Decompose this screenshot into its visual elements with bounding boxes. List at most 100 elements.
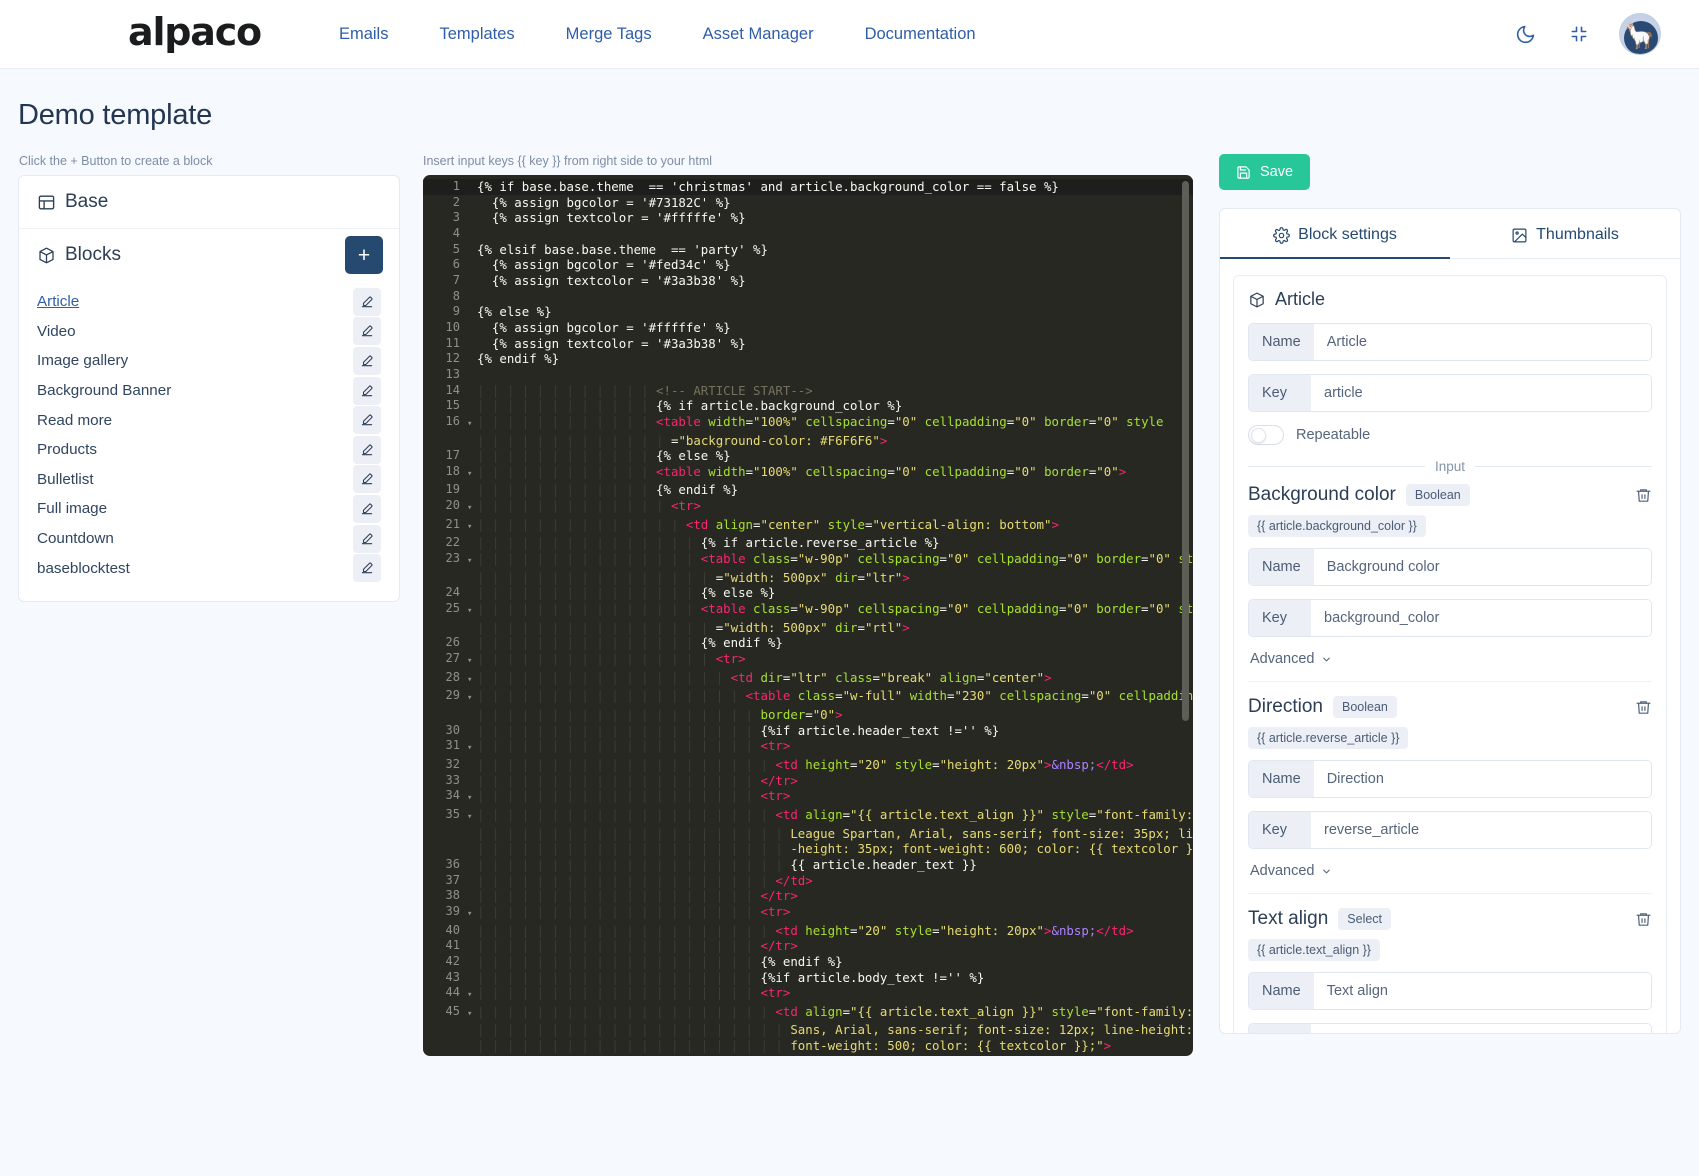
base-section[interactable]: Base — [19, 176, 399, 228]
user-avatar[interactable]: 🦙 — [1619, 13, 1661, 55]
code-line[interactable]: | | | | | | | | | | | | | | | | ="width:… — [423, 570, 1193, 586]
input-name-field[interactable]: Name — [1248, 760, 1652, 798]
edit-block-button[interactable] — [353, 347, 381, 375]
code-line[interactable]: 23▾| | | | | | | | | | | | | | | <table … — [423, 551, 1193, 570]
input-name-input[interactable] — [1314, 761, 1651, 797]
code-line[interactable]: 9{% else %} — [423, 304, 1193, 320]
code-line[interactable]: 34▾| | | | | | | | | | | | | | | | | | |… — [423, 788, 1193, 807]
tab-thumbnails[interactable]: Thumbnails — [1450, 209, 1680, 259]
code-line[interactable]: 35▾| | | | | | | | | | | | | | | | | | |… — [423, 807, 1193, 826]
code-line[interactable]: 42| | | | | | | | | | | | | | | | | | | … — [423, 954, 1193, 970]
code-fold-arrow[interactable]: ▾ — [467, 904, 477, 923]
input-key-field[interactable]: Key — [1248, 811, 1652, 849]
code-line[interactable]: 25▾| | | | | | | | | | | | | | | <table … — [423, 601, 1193, 620]
code-line[interactable]: 38| | | | | | | | | | | | | | | | | | | … — [423, 888, 1193, 904]
block-name-countdown[interactable]: Countdown — [37, 530, 114, 547]
code-fold-arrow[interactable]: ▾ — [467, 601, 477, 620]
code-line[interactable]: 6 {% assign bgcolor = '#fed34c' %} — [423, 257, 1193, 273]
code-line[interactable]: 46| | | | | | | | | | | | | | | | | | | … — [423, 1054, 1193, 1056]
code-line[interactable]: 15| | | | | | | | | | | | {% if article.… — [423, 398, 1193, 414]
nav-emails[interactable]: Emails — [323, 25, 405, 44]
code-line[interactable]: 21▾| | | | | | | | | | | | | | <td align… — [423, 517, 1193, 536]
code-line[interactable]: 31▾| | | | | | | | | | | | | | | | | | |… — [423, 738, 1193, 757]
list-item[interactable]: baseblocktest — [37, 553, 381, 583]
list-item[interactable]: Bulletlist — [37, 465, 381, 495]
editor-scrollbar-thumb[interactable] — [1182, 181, 1189, 721]
code-line[interactable]: 10 {% assign bgcolor = '#fffffe' %} — [423, 320, 1193, 336]
list-item[interactable]: Countdown — [37, 524, 381, 554]
list-item[interactable]: Products — [37, 435, 381, 465]
code-line[interactable]: | | | | | | | | | | | | | | | | | | | bo… — [423, 707, 1193, 723]
code-fold-arrow[interactable]: ▾ — [467, 517, 477, 536]
block-name-read-more[interactable]: Read more — [37, 412, 112, 429]
block-name-article[interactable]: Article — [37, 293, 79, 310]
add-block-button[interactable]: + — [345, 236, 383, 274]
input-name-field[interactable]: Name — [1248, 972, 1652, 1010]
input-name-input[interactable] — [1314, 549, 1651, 585]
nav-asset-manager[interactable]: Asset Manager — [687, 25, 830, 44]
code-line[interactable]: 14| | | | | | | | | | | | <!-- ARTICLE S… — [423, 383, 1193, 399]
editor-scrollbar-track[interactable] — [1184, 175, 1191, 1056]
list-item[interactable]: Image gallery — [37, 346, 381, 376]
edit-block-button[interactable] — [353, 525, 381, 553]
code-line[interactable]: 3 {% assign textcolor = '#fffffe' %} — [423, 210, 1193, 226]
code-line[interactable]: 7 {% assign textcolor = '#3a3b38' %} — [423, 273, 1193, 289]
block-name-bulletlist[interactable]: Bulletlist — [37, 471, 94, 488]
edit-block-button[interactable] — [353, 317, 381, 345]
code-line[interactable]: 36| | | | | | | | | | | | | | | | | | | … — [423, 857, 1193, 873]
edit-block-button[interactable] — [353, 436, 381, 464]
code-fold-arrow[interactable]: ▾ — [467, 414, 477, 433]
code-line[interactable]: 39▾| | | | | | | | | | | | | | | | | | |… — [423, 904, 1193, 923]
list-item[interactable]: Background Banner — [37, 376, 381, 406]
code-fold-arrow[interactable]: ▾ — [467, 670, 477, 689]
code-line[interactable]: 40| | | | | | | | | | | | | | | | | | | … — [423, 923, 1193, 939]
input-merge-tag-chip[interactable]: {{ article.background_color }} — [1248, 515, 1426, 537]
code-line[interactable]: 26| | | | | | | | | | | | | | | {% endif… — [423, 635, 1193, 651]
code-line[interactable]: 41| | | | | | | | | | | | | | | | | | | … — [423, 938, 1193, 954]
nav-documentation[interactable]: Documentation — [849, 25, 992, 44]
code-line[interactable]: 19| | | | | | | | | | | | {% endif %} — [423, 482, 1193, 498]
list-item[interactable]: Full image — [37, 494, 381, 524]
code-line[interactable]: 32| | | | | | | | | | | | | | | | | | | … — [423, 757, 1193, 773]
input-key-input[interactable] — [1311, 600, 1651, 636]
input-name-field[interactable]: Name — [1248, 548, 1652, 586]
code-line[interactable]: 12{% endif %} — [423, 351, 1193, 367]
code-line[interactable]: 5{% elsif base.base.theme == 'party' %} — [423, 242, 1193, 258]
code-line[interactable]: 16▾| | | | | | | | | | | | <table width=… — [423, 414, 1193, 433]
code-line[interactable]: 17| | | | | | | | | | | | {% else %} — [423, 448, 1193, 464]
compress-icon[interactable] — [1565, 20, 1593, 48]
code-line[interactable]: | | | | | | | | | | | | | | | | | | | | … — [423, 1038, 1193, 1054]
code-line[interactable]: | | | | | | | | | | | | | | | | | | | | … — [423, 826, 1193, 842]
block-key-input[interactable] — [1311, 375, 1651, 411]
advanced-toggle[interactable]: Advanced — [1250, 651, 1332, 667]
code-line[interactable]: 29▾| | | | | | | | | | | | | | | | | | <… — [423, 688, 1193, 707]
html-code-editor[interactable]: 1{% if base.base.theme == 'christmas' an… — [423, 175, 1193, 1056]
block-name-full-image[interactable]: Full image — [37, 500, 107, 517]
code-line[interactable]: 27▾| | | | | | | | | | | | | | | | <tr> — [423, 651, 1193, 670]
delete-input-button[interactable] — [1635, 487, 1652, 504]
code-line[interactable]: 28▾| | | | | | | | | | | | | | | | | <td… — [423, 670, 1193, 689]
input-name-input[interactable] — [1314, 973, 1651, 1009]
input-key-field[interactable]: Key — [1248, 599, 1652, 637]
block-name-baseblocktest[interactable]: baseblocktest — [37, 560, 130, 577]
code-fold-arrow[interactable]: ▾ — [467, 498, 477, 517]
edit-block-button[interactable] — [353, 495, 381, 523]
code-line[interactable]: | | | | | | | | | | | | | ="background-c… — [423, 433, 1193, 449]
input-merge-tag-chip[interactable]: {{ article.text_align }} — [1248, 939, 1380, 961]
save-button[interactable]: Save — [1219, 154, 1310, 190]
code-line[interactable]: 13 — [423, 367, 1193, 383]
code-line[interactable]: 45▾| | | | | | | | | | | | | | | | | | |… — [423, 1004, 1193, 1023]
code-line[interactable]: | | | | | | | | | | | | | | | | | | | | … — [423, 1022, 1193, 1038]
code-line[interactable]: 24| | | | | | | | | | | | | | | {% else … — [423, 585, 1193, 601]
code-line[interactable]: 18▾| | | | | | | | | | | | <table width=… — [423, 464, 1193, 483]
list-item[interactable]: Video — [37, 317, 381, 347]
block-name-background-banner[interactable]: Background Banner — [37, 382, 171, 399]
code-line[interactable]: 30| | | | | | | | | | | | | | | | | | | … — [423, 723, 1193, 739]
edit-block-button[interactable] — [353, 288, 381, 316]
input-merge-tag-chip[interactable]: {{ article.reverse_article }} — [1248, 727, 1408, 749]
block-name-video[interactable]: Video — [37, 323, 76, 340]
code-fold-arrow[interactable]: ▾ — [467, 807, 477, 826]
code-fold-arrow[interactable]: ▾ — [467, 985, 477, 1004]
code-fold-arrow[interactable]: ▾ — [467, 788, 477, 807]
block-name-image-gallery[interactable]: Image gallery — [37, 352, 128, 369]
